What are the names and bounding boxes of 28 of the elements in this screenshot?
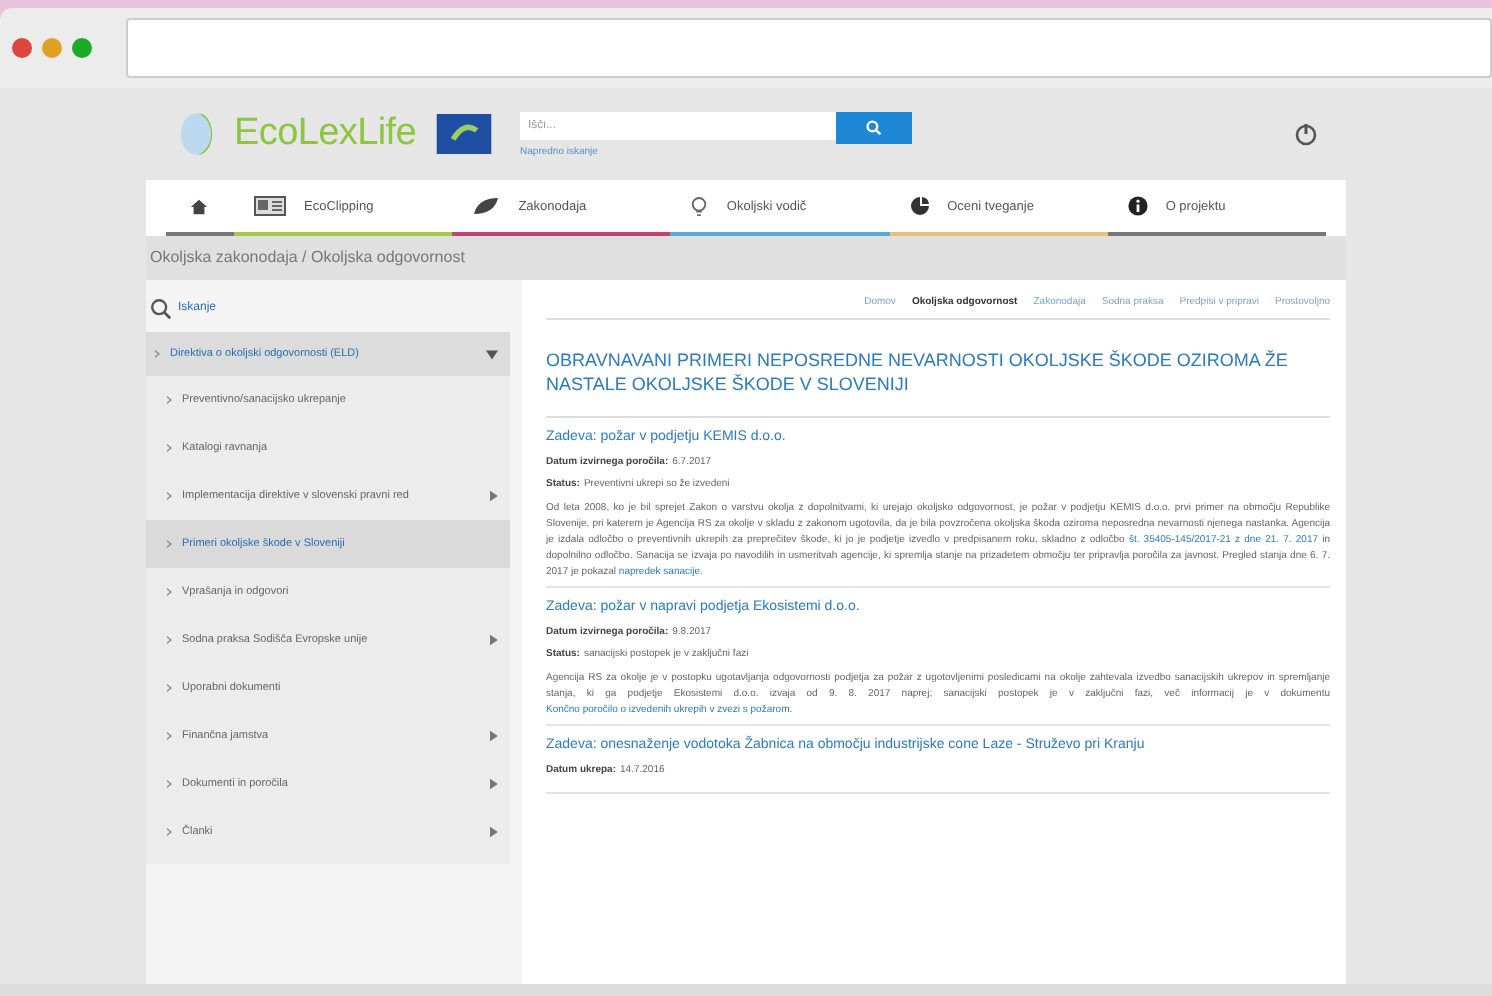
- chevron-icon: [166, 828, 172, 836]
- chevron-icon: [166, 588, 172, 596]
- chevron-icon: [166, 444, 172, 452]
- home-icon[interactable]: [190, 197, 208, 215]
- search-icon: [866, 119, 883, 135]
- search-button[interactable]: [836, 111, 913, 143]
- maximize-icon[interactable]: [72, 38, 92, 58]
- minimize-icon[interactable]: [42, 38, 62, 58]
- chevron-icon: [154, 350, 160, 358]
- power-icon[interactable]: [1294, 122, 1318, 146]
- chevron-icon: [166, 684, 172, 692]
- chevron-icon: [166, 780, 172, 788]
- chevron-icon: [166, 732, 172, 740]
- lightbulb-icon: [690, 195, 709, 217]
- address-field[interactable]: [126, 18, 1492, 78]
- info-icon: [1127, 196, 1148, 216]
- search-icon: [150, 297, 172, 319]
- newspaper-icon: [254, 196, 286, 216]
- chevron-icon: [166, 396, 172, 404]
- chevron-icon: [166, 540, 172, 548]
- chevron-icon: [166, 636, 172, 644]
- pie-chart-icon: [909, 196, 930, 216]
- eu-flag-icon: [436, 114, 493, 154]
- breadcrumb: Okoljska zakonodaja / Okoljska odgovornost: [146, 236, 1346, 280]
- page-title: OBRAVNAVANI PRIMERI NEPOSREDNE NEVARNOSTI OKOLJSKE ŠKODE OZIROMA ŽE NASTALE OKOLJSKE ŠKODE V SLOVENIJI: [546, 348, 1330, 418]
- leaf-icon: [472, 196, 501, 216]
- chevron-icon: [166, 492, 172, 500]
- close-icon[interactable]: [12, 38, 32, 58]
